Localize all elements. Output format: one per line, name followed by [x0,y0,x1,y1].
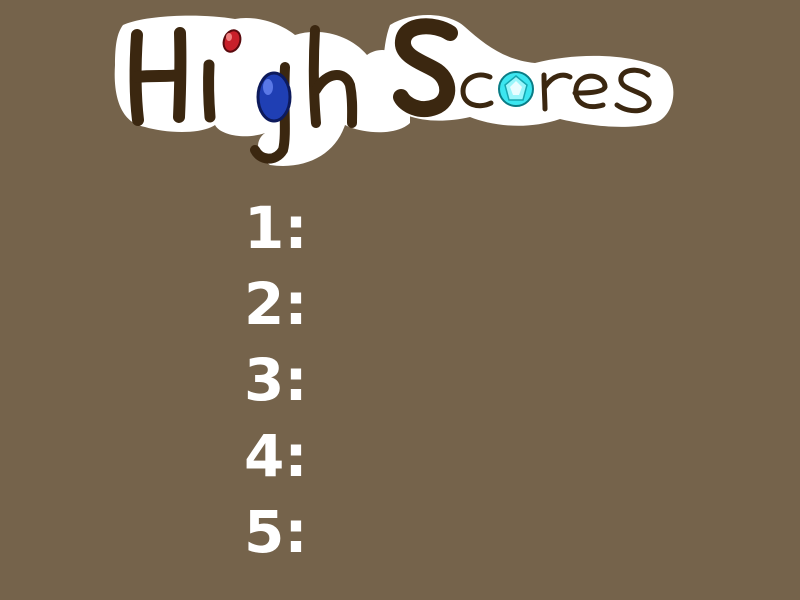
score-rank-1: 1: [244,194,308,262]
title-letter-i [203,59,216,123]
score-row-4: 4: [244,418,326,494]
score-row-3: 3: [244,342,326,418]
score-rank-4: 4: [244,422,308,490]
score-row-2: 2: [244,266,326,342]
score-row-1: 1: [244,190,326,266]
score-rank-5: 5: [244,498,308,566]
score-rank-3: 3: [244,346,308,414]
high-scores-title-art [105,5,685,175]
score-rank-2: 2: [244,270,308,338]
teal-gem-icon [498,71,534,107]
high-scores-screen: 1: 2: 3: 4: 5: [0,0,800,600]
high-score-list: 1: 2: 3: 4: 5: [244,190,326,570]
score-row-5: 5: [244,494,326,570]
